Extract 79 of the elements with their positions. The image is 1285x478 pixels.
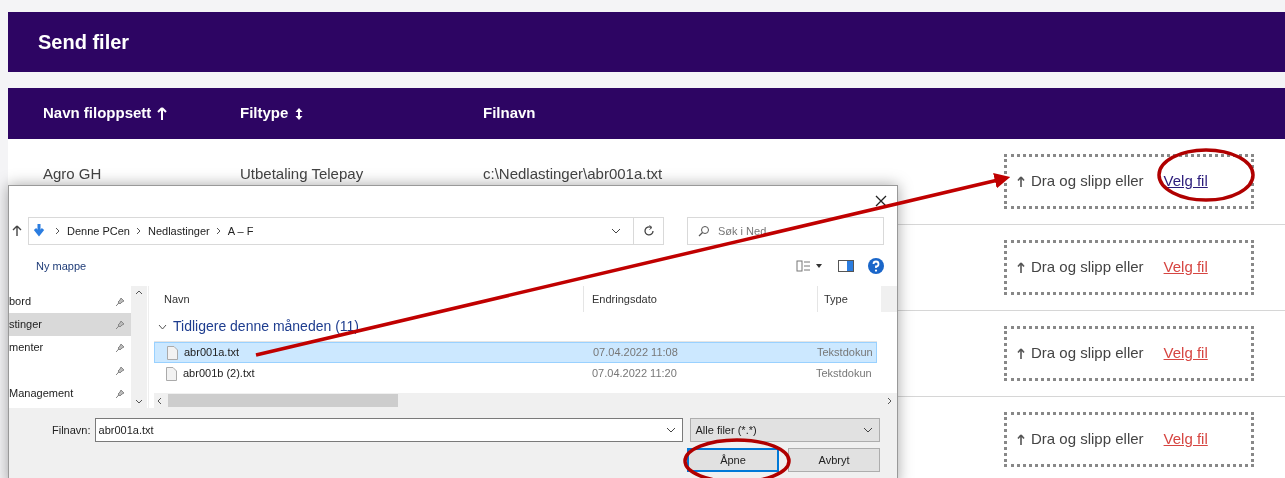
pin-icon (115, 365, 125, 376)
choose-file-link[interactable]: Velg fil (1163, 170, 1208, 193)
scroll-down-icon (135, 399, 143, 404)
dialog-button[interactable]: Avbryt (788, 448, 880, 472)
filename-field[interactable]: abr001a.txt (94, 418, 683, 442)
scrollbar[interactable] (881, 286, 897, 312)
choose-file-link[interactable]: Velg fil (1163, 342, 1208, 365)
column-header[interactable]: Endringsdato (592, 290, 657, 308)
upload-arrow-icon (1017, 433, 1025, 446)
breadcrumb-item[interactable]: Denne PCen (67, 222, 130, 240)
table-cell: Agro GH (43, 165, 102, 182)
scrollbar[interactable] (154, 393, 897, 408)
breadcrumb-item[interactable]: Nedlastinger (148, 222, 210, 240)
close-icon (875, 195, 887, 207)
column-header[interactable]: Navn (164, 290, 190, 308)
dialog-button[interactable]: Åpne (687, 448, 779, 472)
nav-item[interactable]: bord (9, 290, 131, 313)
view-options-icon (796, 260, 824, 272)
column-header[interactable]: Filnavn (483, 102, 536, 125)
scroll-left-icon (156, 396, 162, 405)
chevron-right-icon (55, 227, 61, 235)
download-icon (33, 224, 45, 238)
column-header[interactable]: Filtype (240, 102, 289, 125)
sort-ascending-icon (157, 106, 168, 121)
file-row[interactable]: abr001a.txt 07.04.2022 11:08 Tekstdokun (154, 342, 877, 363)
file-icon (167, 345, 178, 360)
nav-item[interactable]: Management (9, 382, 131, 405)
scrollbar[interactable] (131, 286, 147, 408)
file-date: 07.04.2022 11:08 (593, 346, 678, 359)
chevron-right-icon (215, 227, 222, 235)
file-date: 07.04.2022 11:20 (592, 367, 677, 380)
drop-zone[interactable]: Dra og slipp eller Velg fil (1004, 412, 1254, 467)
file-name: abr001b (2).txt (183, 366, 255, 382)
drop-zone[interactable]: Dra og slipp eller Velg fil (1004, 326, 1254, 381)
up-arrow-icon (12, 225, 22, 237)
new-folder-button[interactable]: Ny mappe (36, 257, 87, 275)
file-type-dropdown[interactable]: Alle filer (*.*) (689, 418, 880, 442)
filename-label: Filnavn: (52, 422, 91, 438)
drop-zone[interactable]: Dra og slipp eller Velg fil (1004, 240, 1254, 295)
search-icon (698, 225, 710, 237)
drop-zone-text: Dra og slipp eller (1031, 257, 1144, 278)
upload-arrow-icon (1017, 347, 1025, 360)
dropdown-icon (665, 427, 676, 433)
pin-icon (115, 342, 125, 353)
scroll-up-icon (135, 290, 143, 295)
table-cell: c:\Nedlastinger\abr001a.txt (483, 165, 663, 182)
sort-icon (294, 106, 305, 121)
dropdown-icon (611, 228, 621, 234)
page-title: Send filer (38, 30, 130, 55)
pin-icon (115, 388, 125, 399)
breadcrumb-item[interactable]: A – F (227, 222, 254, 240)
column-header[interactable]: Type (824, 290, 848, 308)
scroll-right-icon (887, 396, 893, 405)
file-icon (166, 366, 177, 381)
table-cell: Utbetaling Telepay (240, 165, 364, 182)
drop-zone-text: Dra og slipp eller (1031, 171, 1144, 192)
file-name: abr001a.txt (184, 345, 240, 361)
address-bar[interactable]: Denne PCen Nedlastinger A – F (28, 217, 664, 245)
drop-zone-text: Dra og slipp eller (1031, 343, 1144, 364)
pin-icon (115, 319, 125, 330)
file-type: Tekstdokun (816, 367, 872, 380)
dropdown-icon (863, 427, 873, 433)
choose-file-link[interactable]: Velg fil (1163, 256, 1208, 279)
preview-pane-icon (838, 260, 854, 272)
upload-arrow-icon (1017, 175, 1025, 188)
help-icon (868, 258, 884, 274)
chevron-right-icon (136, 227, 142, 235)
nav-item[interactable]: stinger (9, 313, 131, 336)
drop-zone-text: Dra og slipp eller (1031, 429, 1144, 450)
refresh-icon (642, 225, 655, 237)
upload-arrow-icon (1017, 261, 1025, 274)
file-type: Tekstdokun (817, 346, 873, 359)
column-header[interactable]: Navn filoppsett (43, 102, 152, 125)
drop-zone[interactable]: Dra og slipp eller Velg fil (1004, 154, 1254, 209)
choose-file-link[interactable]: Velg fil (1163, 428, 1208, 451)
file-row[interactable]: abr001b (2).txt 07.04.2022 11:20 Tekstdokun (154, 363, 877, 384)
pin-icon (115, 296, 125, 307)
nav-item[interactable]: menter (9, 336, 131, 359)
scrollbar-thumb[interactable] (168, 394, 398, 407)
